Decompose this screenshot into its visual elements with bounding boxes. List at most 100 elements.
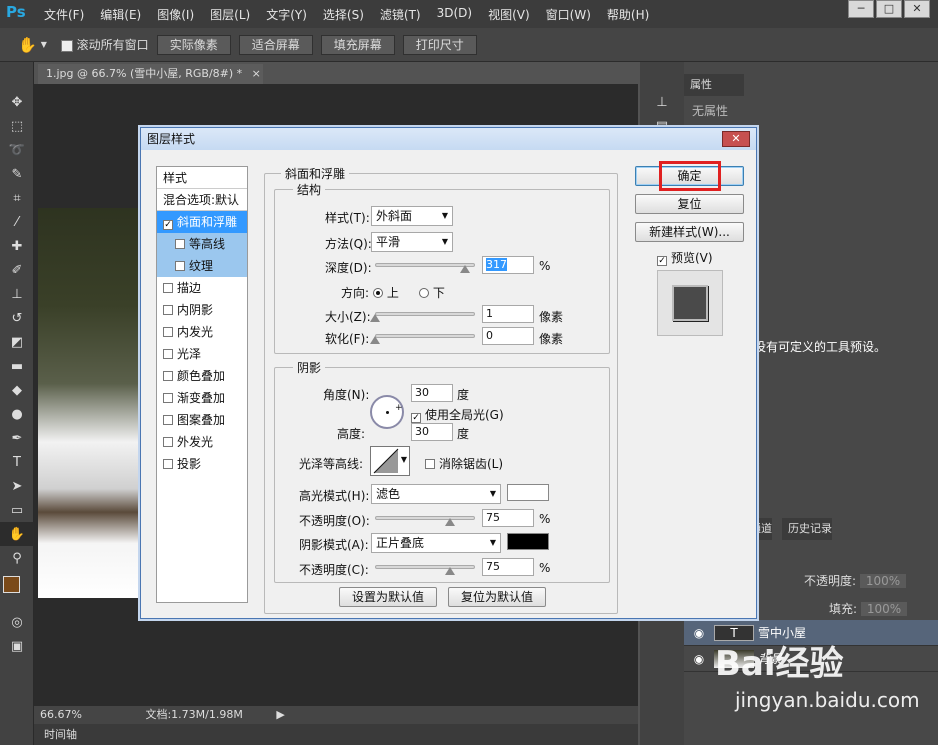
pen-tool-icon[interactable]: ✒ bbox=[0, 426, 34, 450]
shadow-opacity-thumb[interactable] bbox=[445, 567, 455, 575]
eye-icon[interactable]: ◉ bbox=[684, 652, 714, 666]
soften-slider-thumb[interactable] bbox=[370, 336, 380, 344]
direction-down[interactable]: 下 bbox=[419, 284, 445, 301]
style-item[interactable]: ✓ 斜面和浮雕 bbox=[157, 211, 247, 233]
technique-select[interactable]: 平滑 ▼ bbox=[371, 232, 453, 252]
make-default-button[interactable]: 设置为默认值 bbox=[339, 587, 437, 607]
menu-item[interactable]: 3D(D) bbox=[437, 6, 472, 23]
global-light-checkbox[interactable]: ✓ bbox=[411, 413, 421, 423]
highlight-color-swatch[interactable] bbox=[507, 484, 549, 501]
close-icon[interactable]: ✕ bbox=[722, 131, 750, 147]
properties-tab[interactable]: 属性 bbox=[684, 74, 744, 96]
style-select[interactable]: 外斜面 ▼ bbox=[371, 206, 453, 226]
depth-input[interactable]: 317 bbox=[482, 256, 534, 274]
style-checkbox[interactable] bbox=[163, 415, 173, 425]
fill-value[interactable]: 100% bbox=[860, 602, 908, 616]
style-item[interactable]: 图案叠加 bbox=[157, 409, 247, 431]
menu-item[interactable]: 文字(Y) bbox=[266, 6, 307, 23]
marquee-tool-icon[interactable]: ⬚ bbox=[0, 114, 34, 138]
style-checkbox[interactable] bbox=[163, 459, 173, 469]
chevron-down-icon[interactable]: ▼ bbox=[41, 40, 47, 49]
blend-options-item[interactable]: 混合选项:默认 bbox=[157, 189, 247, 211]
shadow-color-swatch[interactable] bbox=[507, 533, 549, 550]
shadow-mode-select[interactable]: 正片叠底 ▼ bbox=[371, 533, 501, 553]
dodge-tool-icon[interactable]: ● bbox=[0, 402, 34, 426]
radio-up[interactable] bbox=[373, 288, 383, 298]
style-item[interactable]: 颜色叠加 bbox=[157, 365, 247, 387]
print-size-button[interactable]: 打印尺寸 bbox=[402, 34, 477, 55]
highlight-opacity-input[interactable]: 75 bbox=[482, 509, 534, 527]
anti-alias-checkbox[interactable] bbox=[425, 459, 435, 469]
fit-screen-button[interactable]: 适合屏幕 bbox=[238, 34, 313, 55]
eye-icon[interactable]: ◉ bbox=[684, 626, 714, 640]
fill-screen-button[interactable]: 填充屏幕 bbox=[320, 34, 395, 55]
hand-tool-icon[interactable]: ✋ bbox=[18, 36, 37, 54]
style-item[interactable]: 外发光 bbox=[157, 431, 247, 453]
style-item[interactable]: 光泽 bbox=[157, 343, 247, 365]
style-checkbox[interactable] bbox=[163, 327, 173, 337]
style-checkbox[interactable] bbox=[163, 305, 173, 315]
reset-button[interactable]: 复位 bbox=[635, 194, 744, 214]
gradient-tool-icon[interactable]: ▬ bbox=[0, 354, 34, 378]
altitude-input[interactable]: 30 bbox=[411, 423, 453, 441]
style-item[interactable]: 描边 bbox=[157, 277, 247, 299]
menu-item[interactable]: 视图(V) bbox=[488, 6, 530, 23]
menu-item[interactable]: 窗口(W) bbox=[546, 6, 591, 23]
style-checkbox[interactable] bbox=[163, 393, 173, 403]
type-tool-icon[interactable]: T bbox=[0, 450, 34, 474]
soften-slider[interactable] bbox=[375, 334, 475, 338]
crop-tool-icon[interactable]: ⌗ bbox=[0, 186, 34, 210]
size-input[interactable]: 1 bbox=[482, 305, 534, 323]
global-light[interactable]: ✓ 使用全局光(G) bbox=[411, 406, 504, 423]
healing-brush-icon[interactable]: ✚ bbox=[0, 234, 34, 258]
style-item[interactable]: 投影 bbox=[157, 453, 247, 475]
direction-up[interactable]: 上 bbox=[373, 284, 399, 301]
size-slider[interactable] bbox=[375, 312, 475, 316]
close-icon[interactable]: ✕ bbox=[904, 0, 930, 18]
highlight-opacity-slider[interactable] bbox=[375, 516, 475, 520]
menu-item[interactable]: 图层(L) bbox=[210, 6, 250, 23]
menu-item[interactable]: 选择(S) bbox=[323, 6, 364, 23]
style-item[interactable]: 内阴影 bbox=[157, 299, 247, 321]
style-checkbox[interactable] bbox=[163, 371, 173, 381]
minimize-icon[interactable]: ─ bbox=[848, 0, 874, 18]
move-tool-icon[interactable]: ✥ bbox=[0, 90, 34, 114]
style-item[interactable]: 纹理 bbox=[157, 255, 247, 277]
style-checkbox[interactable] bbox=[163, 283, 173, 293]
angle-dial[interactable]: + bbox=[370, 395, 404, 429]
zoom-tool-icon[interactable]: ⚲ bbox=[0, 546, 34, 570]
brush-tool-icon[interactable]: ✐ bbox=[0, 258, 34, 282]
menu-item[interactable]: 编辑(E) bbox=[100, 6, 141, 23]
highlight-mode-select[interactable]: 滤色 ▼ bbox=[371, 484, 501, 504]
color-swatches[interactable] bbox=[0, 570, 33, 610]
menu-item[interactable]: 文件(F) bbox=[44, 6, 84, 23]
menu-item[interactable]: 滤镜(T) bbox=[380, 6, 421, 23]
new-style-button[interactable]: 新建样式(W)... bbox=[635, 222, 744, 242]
shadow-opacity-slider[interactable] bbox=[375, 565, 475, 569]
status-menu-icon[interactable]: ▶ bbox=[276, 708, 284, 721]
stamp-tool-icon[interactable]: ⊥ bbox=[0, 282, 34, 306]
eraser-tool-icon[interactable]: ◩ bbox=[0, 330, 34, 354]
style-checkbox[interactable] bbox=[175, 239, 185, 249]
shadow-opacity-input[interactable]: 75 bbox=[482, 558, 534, 576]
preview-checkbox[interactable]: ✓ bbox=[657, 256, 667, 266]
actual-pixels-button[interactable]: 实际像素 bbox=[156, 34, 231, 55]
style-checkbox[interactable]: ✓ bbox=[163, 220, 173, 230]
lasso-tool-icon[interactable]: ➰ bbox=[0, 138, 34, 162]
preview-option[interactable]: ✓ 预览(V) bbox=[657, 249, 713, 266]
screen-mode-icon[interactable]: ▣ bbox=[0, 634, 34, 658]
highlight-opacity-thumb[interactable] bbox=[445, 518, 455, 526]
blur-tool-icon[interactable]: ◆ bbox=[0, 378, 34, 402]
style-item[interactable]: 等高线 bbox=[157, 233, 247, 255]
style-item[interactable]: 内发光 bbox=[157, 321, 247, 343]
path-select-icon[interactable]: ➤ bbox=[0, 474, 34, 498]
timeline-tab[interactable]: 时间轴 bbox=[34, 724, 638, 745]
document-tab[interactable]: 1.jpg @ 66.7% (雪中小屋, RGB/8#) * × bbox=[38, 64, 263, 84]
soften-input[interactable]: 0 bbox=[482, 327, 534, 345]
menu-item[interactable]: 图像(I) bbox=[157, 6, 194, 23]
style-item[interactable]: 渐变叠加 bbox=[157, 387, 247, 409]
menu-item[interactable]: 帮助(H) bbox=[607, 6, 649, 23]
anti-alias[interactable]: 消除锯齿(L) bbox=[425, 455, 503, 472]
hand-tool-icon[interactable]: ✋ bbox=[0, 522, 34, 546]
depth-slider-thumb[interactable] bbox=[460, 265, 470, 273]
